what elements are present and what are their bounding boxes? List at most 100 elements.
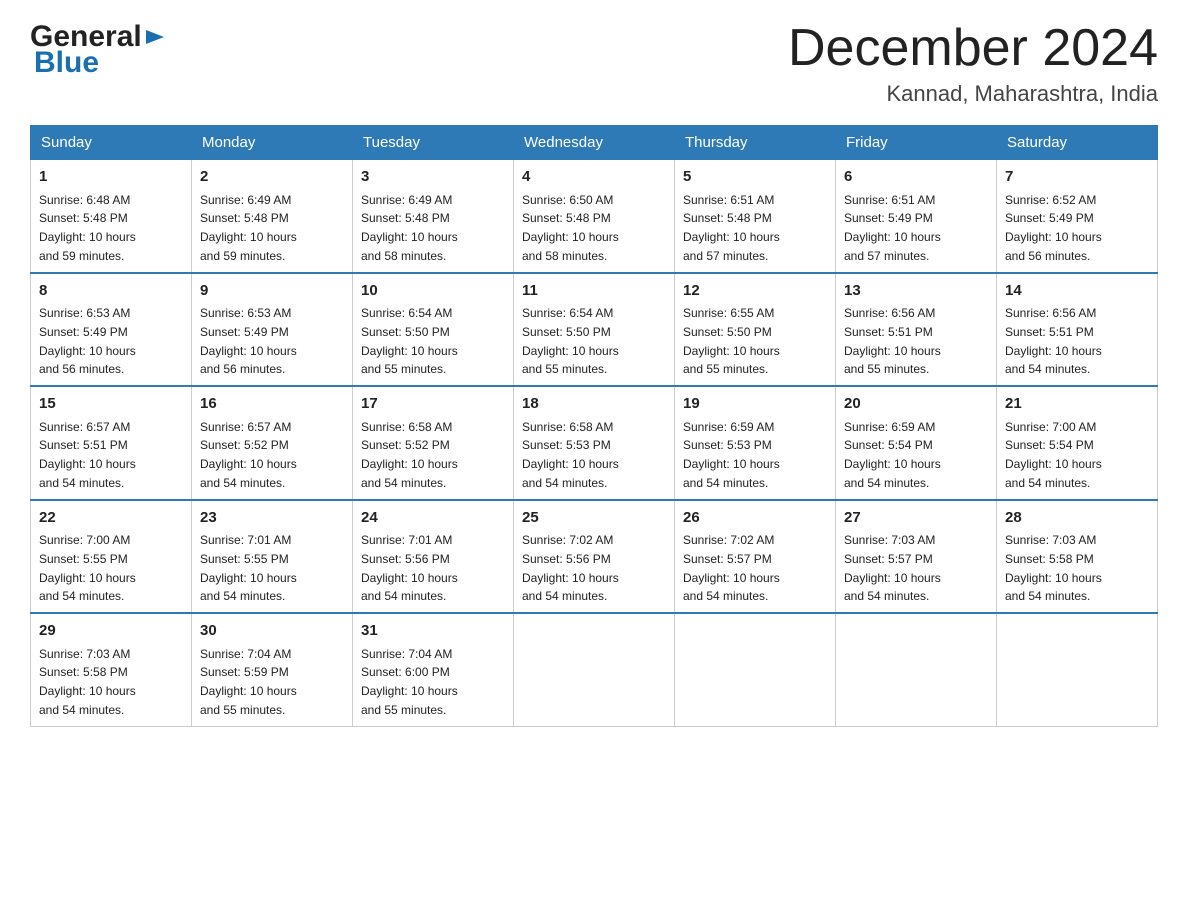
calendar-table: Sunday Monday Tuesday Wednesday Thursday…	[30, 125, 1158, 727]
header-monday: Monday	[192, 126, 353, 160]
table-row	[836, 613, 997, 726]
day-number: 2	[200, 166, 344, 189]
day-number: 10	[361, 280, 505, 303]
day-number: 6	[844, 166, 988, 189]
day-number: 11	[522, 280, 666, 303]
day-info: Sunrise: 7:01 AMSunset: 5:56 PMDaylight:…	[361, 533, 458, 603]
header-tuesday: Tuesday	[353, 126, 514, 160]
table-row: 18 Sunrise: 6:58 AMSunset: 5:53 PMDaylig…	[514, 386, 675, 500]
calendar-week-row: 8 Sunrise: 6:53 AMSunset: 5:49 PMDayligh…	[31, 273, 1158, 387]
logo-area: General Blue	[30, 20, 166, 80]
day-info: Sunrise: 6:52 AMSunset: 5:49 PMDaylight:…	[1005, 193, 1102, 263]
header-saturday: Saturday	[997, 126, 1158, 160]
day-info: Sunrise: 6:51 AMSunset: 5:48 PMDaylight:…	[683, 193, 780, 263]
table-row: 11 Sunrise: 6:54 AMSunset: 5:50 PMDaylig…	[514, 273, 675, 387]
day-number: 26	[683, 507, 827, 530]
calendar-week-row: 22 Sunrise: 7:00 AMSunset: 5:55 PMDaylig…	[31, 500, 1158, 614]
day-info: Sunrise: 6:57 AMSunset: 5:52 PMDaylight:…	[200, 420, 297, 490]
day-number: 21	[1005, 393, 1149, 416]
month-title: December 2024	[788, 20, 1158, 77]
day-info: Sunrise: 7:03 AMSunset: 5:58 PMDaylight:…	[1005, 533, 1102, 603]
day-number: 29	[39, 620, 183, 643]
table-row: 25 Sunrise: 7:02 AMSunset: 5:56 PMDaylig…	[514, 500, 675, 614]
logo-blue-text: Blue	[30, 46, 166, 80]
day-number: 8	[39, 280, 183, 303]
day-number: 27	[844, 507, 988, 530]
day-info: Sunrise: 6:56 AMSunset: 5:51 PMDaylight:…	[1005, 306, 1102, 376]
day-info: Sunrise: 6:49 AMSunset: 5:48 PMDaylight:…	[200, 193, 297, 263]
day-number: 5	[683, 166, 827, 189]
calendar-week-row: 15 Sunrise: 6:57 AMSunset: 5:51 PMDaylig…	[31, 386, 1158, 500]
table-row: 24 Sunrise: 7:01 AMSunset: 5:56 PMDaylig…	[353, 500, 514, 614]
table-row: 29 Sunrise: 7:03 AMSunset: 5:58 PMDaylig…	[31, 613, 192, 726]
day-number: 31	[361, 620, 505, 643]
day-number: 3	[361, 166, 505, 189]
day-info: Sunrise: 6:58 AMSunset: 5:53 PMDaylight:…	[522, 420, 619, 490]
table-row: 4 Sunrise: 6:50 AMSunset: 5:48 PMDayligh…	[514, 160, 675, 273]
day-info: Sunrise: 7:02 AMSunset: 5:57 PMDaylight:…	[683, 533, 780, 603]
day-info: Sunrise: 6:59 AMSunset: 5:54 PMDaylight:…	[844, 420, 941, 490]
table-row: 3 Sunrise: 6:49 AMSunset: 5:48 PMDayligh…	[353, 160, 514, 273]
day-info: Sunrise: 6:51 AMSunset: 5:49 PMDaylight:…	[844, 193, 941, 263]
day-info: Sunrise: 6:54 AMSunset: 5:50 PMDaylight:…	[522, 306, 619, 376]
day-number: 19	[683, 393, 827, 416]
table-row: 16 Sunrise: 6:57 AMSunset: 5:52 PMDaylig…	[192, 386, 353, 500]
page-header: General Blue December 2024 Kannad, Mahar…	[30, 20, 1158, 107]
day-number: 28	[1005, 507, 1149, 530]
table-row: 17 Sunrise: 6:58 AMSunset: 5:52 PMDaylig…	[353, 386, 514, 500]
day-number: 4	[522, 166, 666, 189]
day-number: 14	[1005, 280, 1149, 303]
day-info: Sunrise: 6:56 AMSunset: 5:51 PMDaylight:…	[844, 306, 941, 376]
logo-arrow-icon	[144, 26, 166, 48]
table-row: 27 Sunrise: 7:03 AMSunset: 5:57 PMDaylig…	[836, 500, 997, 614]
table-row	[997, 613, 1158, 726]
calendar-week-row: 1 Sunrise: 6:48 AMSunset: 5:48 PMDayligh…	[31, 160, 1158, 273]
table-row: 5 Sunrise: 6:51 AMSunset: 5:48 PMDayligh…	[675, 160, 836, 273]
day-number: 22	[39, 507, 183, 530]
day-info: Sunrise: 6:57 AMSunset: 5:51 PMDaylight:…	[39, 420, 136, 490]
day-number: 12	[683, 280, 827, 303]
header-sunday: Sunday	[31, 126, 192, 160]
table-row: 23 Sunrise: 7:01 AMSunset: 5:55 PMDaylig…	[192, 500, 353, 614]
table-row: 2 Sunrise: 6:49 AMSunset: 5:48 PMDayligh…	[192, 160, 353, 273]
table-row	[675, 613, 836, 726]
day-number: 7	[1005, 166, 1149, 189]
header-friday: Friday	[836, 126, 997, 160]
location-subtitle: Kannad, Maharashtra, India	[788, 81, 1158, 107]
header-thursday: Thursday	[675, 126, 836, 160]
day-info: Sunrise: 6:48 AMSunset: 5:48 PMDaylight:…	[39, 193, 136, 263]
day-info: Sunrise: 7:00 AMSunset: 5:54 PMDaylight:…	[1005, 420, 1102, 490]
day-number: 20	[844, 393, 988, 416]
day-info: Sunrise: 7:03 AMSunset: 5:58 PMDaylight:…	[39, 647, 136, 717]
day-info: Sunrise: 7:00 AMSunset: 5:55 PMDaylight:…	[39, 533, 136, 603]
day-number: 13	[844, 280, 988, 303]
table-row: 20 Sunrise: 6:59 AMSunset: 5:54 PMDaylig…	[836, 386, 997, 500]
table-row: 6 Sunrise: 6:51 AMSunset: 5:49 PMDayligh…	[836, 160, 997, 273]
day-info: Sunrise: 6:55 AMSunset: 5:50 PMDaylight:…	[683, 306, 780, 376]
day-number: 18	[522, 393, 666, 416]
calendar-week-row: 29 Sunrise: 7:03 AMSunset: 5:58 PMDaylig…	[31, 613, 1158, 726]
header-wednesday: Wednesday	[514, 126, 675, 160]
day-number: 16	[200, 393, 344, 416]
day-info: Sunrise: 7:01 AMSunset: 5:55 PMDaylight:…	[200, 533, 297, 603]
table-row	[514, 613, 675, 726]
day-info: Sunrise: 6:58 AMSunset: 5:52 PMDaylight:…	[361, 420, 458, 490]
table-row: 28 Sunrise: 7:03 AMSunset: 5:58 PMDaylig…	[997, 500, 1158, 614]
day-info: Sunrise: 6:53 AMSunset: 5:49 PMDaylight:…	[39, 306, 136, 376]
table-row: 12 Sunrise: 6:55 AMSunset: 5:50 PMDaylig…	[675, 273, 836, 387]
table-row: 13 Sunrise: 6:56 AMSunset: 5:51 PMDaylig…	[836, 273, 997, 387]
day-number: 23	[200, 507, 344, 530]
day-info: Sunrise: 6:54 AMSunset: 5:50 PMDaylight:…	[361, 306, 458, 376]
table-row: 26 Sunrise: 7:02 AMSunset: 5:57 PMDaylig…	[675, 500, 836, 614]
table-row: 31 Sunrise: 7:04 AMSunset: 6:00 PMDaylig…	[353, 613, 514, 726]
day-number: 30	[200, 620, 344, 643]
day-number: 1	[39, 166, 183, 189]
table-row: 15 Sunrise: 6:57 AMSunset: 5:51 PMDaylig…	[31, 386, 192, 500]
title-area: December 2024 Kannad, Maharashtra, India	[788, 20, 1158, 107]
table-row: 10 Sunrise: 6:54 AMSunset: 5:50 PMDaylig…	[353, 273, 514, 387]
day-info: Sunrise: 7:04 AMSunset: 5:59 PMDaylight:…	[200, 647, 297, 717]
table-row: 9 Sunrise: 6:53 AMSunset: 5:49 PMDayligh…	[192, 273, 353, 387]
day-number: 9	[200, 280, 344, 303]
day-info: Sunrise: 6:53 AMSunset: 5:49 PMDaylight:…	[200, 306, 297, 376]
day-number: 25	[522, 507, 666, 530]
